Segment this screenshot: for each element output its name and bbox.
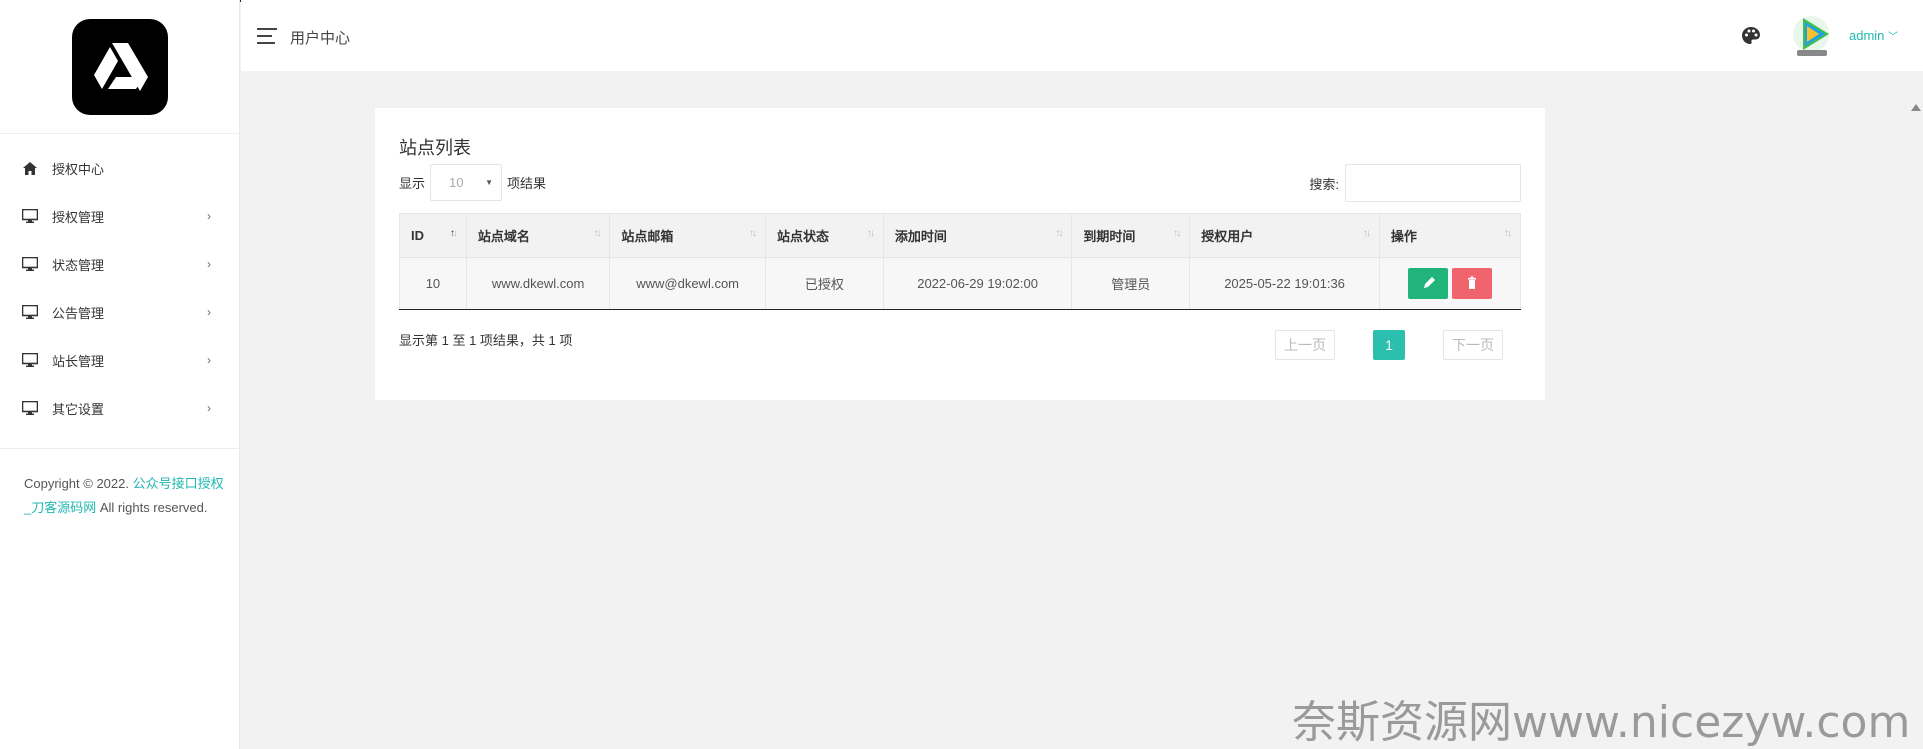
page-length-control: 显示 10 ▼ 项结果 xyxy=(399,164,546,201)
watermark-text: 奈斯资源网www.nicezyw.com xyxy=(1292,697,1911,748)
column-header-label: 站点状态 xyxy=(776,229,829,244)
column-header-label: 操作 xyxy=(1390,229,1417,244)
chevron-right-icon: › xyxy=(207,401,211,415)
table-row: 10 www.dkewl.com www@dkewl.com 已授权 2022-… xyxy=(399,257,1522,310)
table-header-row: ID ↑↓ 站点域名 ↑↓ 站点邮箱 ↑↓ 站点状态 ↑↓ 添加时间 ↑↓ 到期时间 ↑↓ … xyxy=(399,213,1522,258)
column-header-actions[interactable]: 操作 ↑↓ xyxy=(1378,213,1522,258)
page-scrollbar[interactable] xyxy=(1907,71,1923,749)
delete-button[interactable] xyxy=(1451,268,1492,299)
user-menu[interactable]: admin ﹀ xyxy=(1849,28,1898,43)
table-info: 显示第 1 至 1 项结果，共 1 项 xyxy=(399,333,573,348)
column-header-label: 站点邮箱 xyxy=(621,229,674,244)
page-length-select[interactable]: 10 ▼ xyxy=(430,164,503,201)
sort-icon: ↑↓ xyxy=(866,228,875,239)
column-header-label: 站点域名 xyxy=(477,229,530,244)
sidebar-item-label: 状态管理 xyxy=(52,257,105,273)
sort-icon: ↑↓ xyxy=(1504,228,1512,239)
column-header-id[interactable]: ID ↑↓ xyxy=(399,213,467,258)
cell-added: 2022-06-29 19:02:00 xyxy=(882,257,1073,310)
site-table: ID ↑↓ 站点域名 ↑↓ 站点邮箱 ↑↓ 站点状态 ↑↓ 添加时间 ↑↓ 到期时间 ↑↓ … xyxy=(399,213,1522,310)
length-prefix: 显示 xyxy=(399,176,426,191)
cell-actions xyxy=(1378,257,1522,310)
site-list-card: 站点列表 显示 10 ▼ 项结果 搜索: ID ↑↓ 站点域名 ↑↓ 站点邮箱 ↑↓ … xyxy=(375,108,1545,400)
monitor-icon xyxy=(22,400,38,416)
palette-icon[interactable] xyxy=(1741,26,1761,46)
dropdown-caret-icon: ▼ xyxy=(485,178,494,187)
user-name: admin xyxy=(1849,28,1885,43)
monitor-icon xyxy=(22,208,38,224)
sidebar-menu: 授权中心 授权管理 › 状态管理 › 公告管理 › 站长管理 › 其它设置 › xyxy=(0,134,239,432)
edit-button[interactable] xyxy=(1407,268,1448,299)
copyright-prefix: Copyright © 2022. xyxy=(24,476,133,491)
sort-icon: ↑↓ xyxy=(1055,228,1063,239)
home-icon xyxy=(22,160,38,176)
monitor-icon xyxy=(22,304,38,320)
sort-icon: ↑↓ xyxy=(1362,228,1371,239)
sidebar: 授权中心 授权管理 › 状态管理 › 公告管理 › 站长管理 › 其它设置 › … xyxy=(0,0,240,749)
sort-icon: ↑↓ xyxy=(593,228,601,239)
page-length-value: 10 xyxy=(449,175,464,190)
copyright: Copyright © 2022. 公众号接口授权_刀客源码网 All righ… xyxy=(24,472,224,520)
prev-page-button[interactable]: 上一页 xyxy=(1275,330,1335,360)
cell-user: 2025-05-22 19:01:36 xyxy=(1189,257,1380,310)
sidebar-item-auth-manage[interactable]: 授权管理 › xyxy=(0,192,239,240)
search-control: 搜索: xyxy=(1309,164,1521,202)
scroll-up-arrow-icon[interactable] xyxy=(1911,104,1921,111)
column-header-status[interactable]: 站点状态 ↑↓ xyxy=(764,213,884,258)
chevron-right-icon: › xyxy=(207,353,211,367)
length-suffix: 项结果 xyxy=(507,176,547,191)
menu-toggle-icon[interactable] xyxy=(257,28,277,44)
chevron-right-icon: › xyxy=(207,209,211,223)
sidebar-item-label: 授权中心 xyxy=(52,161,105,177)
sidebar-item-status-manage[interactable]: 状态管理 › xyxy=(0,240,239,288)
sidebar-item-notice-manage[interactable]: 公告管理 › xyxy=(0,288,239,336)
card-title: 站点列表 xyxy=(399,138,471,158)
cell-expire: 管理员 xyxy=(1071,257,1191,310)
pencil-icon xyxy=(1423,277,1435,288)
next-page-button[interactable]: 下一页 xyxy=(1443,330,1503,360)
sidebar-divider xyxy=(0,448,240,449)
copyright-suffix: All rights reserved. xyxy=(96,500,208,515)
sidebar-item-label: 其它设置 xyxy=(52,401,105,417)
column-header-label: 添加时间 xyxy=(894,229,947,244)
page-title: 用户中心 xyxy=(290,30,351,47)
sidebar-item-label: 授权管理 xyxy=(52,209,105,225)
column-header-email[interactable]: 站点邮箱 ↑↓ xyxy=(609,213,766,258)
monitor-icon xyxy=(22,352,38,368)
column-header-domain[interactable]: 站点域名 ↑↓ xyxy=(465,213,611,258)
logo-area xyxy=(0,0,239,134)
cell-domain: www.dkewl.com xyxy=(465,257,611,310)
sort-icon: ↑↓ xyxy=(1173,228,1181,239)
chevron-right-icon: › xyxy=(207,257,211,271)
drive-logo-icon xyxy=(93,42,148,91)
cell-id: 10 xyxy=(399,257,467,310)
avatar[interactable] xyxy=(1791,12,1835,58)
app-logo[interactable] xyxy=(71,18,168,115)
cell-email: www@dkewl.com xyxy=(609,257,766,310)
sort-asc-icon: ↑↓ xyxy=(449,228,458,239)
chevron-down-icon: ﹀ xyxy=(1888,32,1899,43)
sidebar-item-auth-center[interactable]: 授权中心 xyxy=(0,144,239,192)
trash-icon xyxy=(1467,276,1476,289)
search-label: 搜索: xyxy=(1309,176,1339,192)
search-input[interactable] xyxy=(1345,164,1521,202)
column-header-label: ID xyxy=(411,228,424,243)
column-header-user[interactable]: 授权用户 ↑↓ xyxy=(1189,213,1380,258)
column-header-expire[interactable]: 到期时间 ↑↓ xyxy=(1071,213,1191,258)
column-header-label: 到期时间 xyxy=(1083,229,1136,244)
column-header-label: 授权用户 xyxy=(1201,229,1254,244)
chevron-right-icon: › xyxy=(207,305,211,319)
top-header: 用户中心 admin ﹀ xyxy=(241,0,1923,71)
cell-status: 已授权 xyxy=(764,257,884,310)
monitor-icon xyxy=(22,256,38,272)
sort-icon: ↑↓ xyxy=(748,228,757,239)
sidebar-item-label: 站长管理 xyxy=(52,353,105,369)
sidebar-item-webmaster-manage[interactable]: 站长管理 › xyxy=(0,336,239,384)
sidebar-item-other-settings[interactable]: 其它设置 › xyxy=(0,384,239,432)
column-header-added[interactable]: 添加时间 ↑↓ xyxy=(882,213,1073,258)
page-button-current[interactable]: 1 xyxy=(1373,330,1405,360)
sidebar-item-label: 公告管理 xyxy=(52,305,105,321)
